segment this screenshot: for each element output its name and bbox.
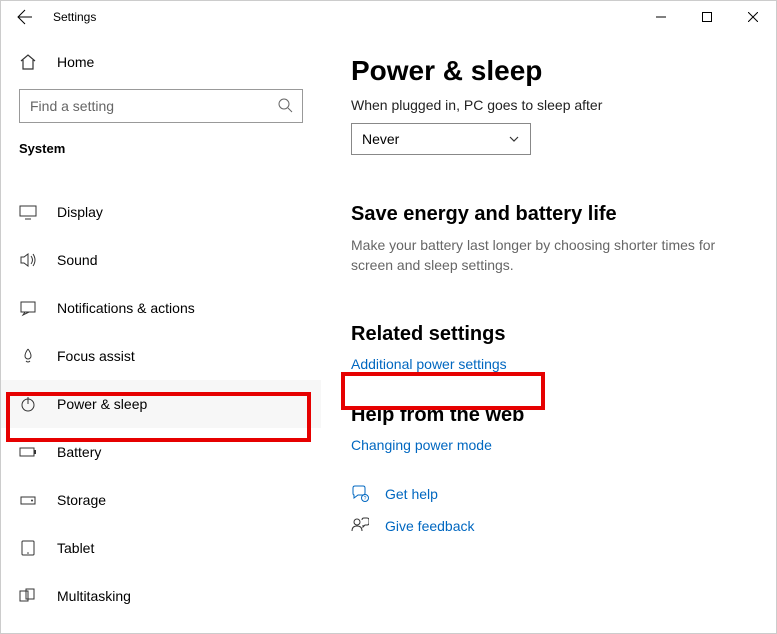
power-icon xyxy=(19,395,37,413)
storage-icon xyxy=(19,491,37,509)
give-feedback-row[interactable]: Give feedback xyxy=(351,517,746,535)
search-input[interactable] xyxy=(19,89,303,123)
back-button[interactable] xyxy=(13,5,37,29)
sidebar: Home System Display Sound xyxy=(1,33,321,633)
titlebar: Settings xyxy=(1,1,776,33)
sidebar-item-label: Sound xyxy=(57,252,97,268)
svg-text:?: ? xyxy=(364,496,367,502)
page-title: Power & sleep xyxy=(351,55,746,87)
get-help-icon: ? xyxy=(351,485,371,503)
help-heading: Help from the web xyxy=(351,404,746,427)
sidebar-item-label: Focus assist xyxy=(57,348,135,364)
window-title: Settings xyxy=(53,10,96,24)
chevron-down-icon xyxy=(508,133,520,145)
sidebar-item-power-sleep[interactable]: Power & sleep xyxy=(1,380,321,428)
sidebar-item-display[interactable]: Display xyxy=(1,188,321,236)
sound-icon xyxy=(19,251,37,269)
display-icon xyxy=(19,203,37,221)
get-help-row[interactable]: ? Get help xyxy=(351,485,746,503)
dropdown-value: Never xyxy=(362,131,399,147)
maximize-icon xyxy=(702,12,712,22)
sidebar-item-label: Power & sleep xyxy=(57,396,147,412)
energy-text: Make your battery last longer by choosin… xyxy=(351,236,731,275)
maximize-button[interactable] xyxy=(684,1,730,33)
arrow-left-icon xyxy=(17,9,33,25)
energy-heading: Save energy and battery life xyxy=(351,203,746,226)
related-heading: Related settings xyxy=(351,323,746,346)
sidebar-item-sound[interactable]: Sound xyxy=(1,236,321,284)
home-link[interactable]: Home xyxy=(19,45,303,89)
close-button[interactable] xyxy=(730,1,776,33)
section-label: System xyxy=(19,141,303,156)
sidebar-item-storage[interactable]: Storage xyxy=(1,476,321,524)
tablet-icon xyxy=(19,539,37,557)
home-label: Home xyxy=(57,54,94,70)
sidebar-item-notifications[interactable]: Notifications & actions xyxy=(1,284,321,332)
close-icon xyxy=(748,12,758,22)
sleep-dropdown[interactable]: Never xyxy=(351,123,531,155)
changing-power-mode-link[interactable]: Changing power mode xyxy=(351,437,746,453)
sidebar-item-multitasking[interactable]: Multitasking xyxy=(1,572,321,620)
minimize-button[interactable] xyxy=(638,1,684,33)
feedback-icon xyxy=(351,517,371,535)
minimize-icon xyxy=(656,12,666,22)
sidebar-item-label: Tablet xyxy=(57,540,94,556)
sidebar-item-label: Notifications & actions xyxy=(57,300,195,316)
home-icon xyxy=(19,53,39,71)
sidebar-item-tablet[interactable]: Tablet xyxy=(1,524,321,572)
sleep-label: When plugged in, PC goes to sleep after xyxy=(351,97,746,113)
sidebar-item-label: Battery xyxy=(57,444,101,460)
notifications-icon xyxy=(19,299,37,317)
sidebar-item-focus-assist[interactable]: Focus assist xyxy=(1,332,321,380)
sidebar-item-label: Storage xyxy=(57,492,106,508)
focus-assist-icon xyxy=(19,347,37,365)
multitasking-icon xyxy=(19,587,37,605)
main-content: Power & sleep When plugged in, PC goes t… xyxy=(321,33,776,633)
give-feedback-link[interactable]: Give feedback xyxy=(385,518,475,534)
additional-power-settings-link[interactable]: Additional power settings xyxy=(351,356,746,372)
sidebar-item-label: Multitasking xyxy=(57,588,131,604)
get-help-link[interactable]: Get help xyxy=(385,486,438,502)
search-icon xyxy=(277,97,293,113)
sidebar-item-label: Display xyxy=(57,204,103,220)
search-box[interactable] xyxy=(19,89,303,123)
nav-list: Display Sound Notifications & actions Fo… xyxy=(1,188,321,620)
sidebar-item-battery[interactable]: Battery xyxy=(1,428,321,476)
battery-icon xyxy=(19,443,37,461)
